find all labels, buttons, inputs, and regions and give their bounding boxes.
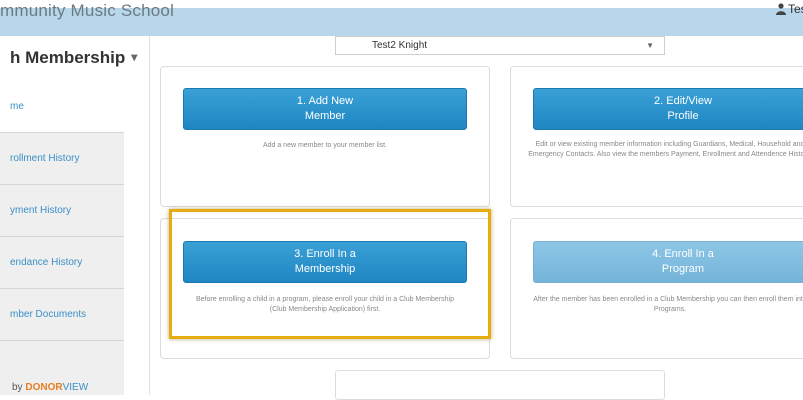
- button-line-1: 2. Edit/View: [654, 95, 712, 107]
- sidebar-item-label: endance History: [10, 257, 83, 268]
- card-description: Add a new member to your member list.: [262, 142, 388, 149]
- card-edit-view-profile: 2. Edit/View Profile Edit or view existi…: [510, 66, 803, 207]
- card-description: After the member has been enrolled in a …: [533, 296, 803, 313]
- sidebar-item-member-documents[interactable]: mber Documents: [0, 288, 124, 340]
- sidebar-item-label: yment History: [10, 205, 72, 216]
- button-line-1: 4. Enroll In a: [652, 248, 714, 260]
- card-enroll-program: 4. Enroll In a Program After the member …: [510, 218, 803, 359]
- card-add-new-member: 1. Add New Member Add a new member to yo…: [160, 66, 490, 207]
- edit-view-profile-button[interactable]: 2. Edit/View Profile: [533, 88, 803, 130]
- button-line-2: Profile: [667, 110, 699, 122]
- highlight-box: [169, 209, 491, 339]
- powered-by: by DONORVIEW: [12, 382, 88, 393]
- member-select[interactable]: Test2 Knight ▼: [335, 36, 665, 55]
- top-header: mmunity Music School Tes: [0, 0, 803, 38]
- enroll-in-program-button[interactable]: 4. Enroll In a Program: [533, 241, 803, 283]
- sidebar-title-text: h Membership: [10, 48, 126, 67]
- sidebar-item-label: mber Documents: [10, 309, 87, 320]
- donorview-logo-part1[interactable]: DONOR: [25, 382, 62, 393]
- chevron-down-icon: ▾: [131, 50, 138, 64]
- card-description: Edit or view existing member information…: [528, 141, 803, 158]
- sidebar-item-attendance-history[interactable]: endance History: [0, 236, 124, 288]
- user-menu[interactable]: Tes: [776, 2, 803, 16]
- button-line-2: Program: [661, 263, 705, 275]
- user-name: Tes: [788, 2, 803, 16]
- powered-prefix: by: [12, 382, 26, 393]
- sidebar-title[interactable]: h Membership ▾: [10, 48, 137, 68]
- sidebar-item-enrollment-history[interactable]: rollment History: [0, 132, 124, 184]
- button-line-2: Member: [304, 110, 346, 122]
- chevron-down-icon: ▼: [646, 41, 654, 50]
- sidebar-item-label: rollment History: [10, 153, 80, 164]
- add-new-member-button[interactable]: 1. Add New Member: [183, 88, 467, 130]
- donorview-logo-part2[interactable]: VIEW: [63, 382, 89, 393]
- sidebar-item-home[interactable]: me: [0, 80, 124, 132]
- sidebar-item-label: me: [10, 100, 24, 112]
- button-line-1: 1. Add New: [296, 95, 354, 107]
- card-partial: [335, 370, 665, 400]
- user-icon: [776, 3, 786, 15]
- app-title: mmunity Music School: [0, 1, 175, 20]
- member-select-value: Test2 Knight: [372, 40, 428, 51]
- sidebar-item-payment-history[interactable]: yment History: [0, 184, 124, 236]
